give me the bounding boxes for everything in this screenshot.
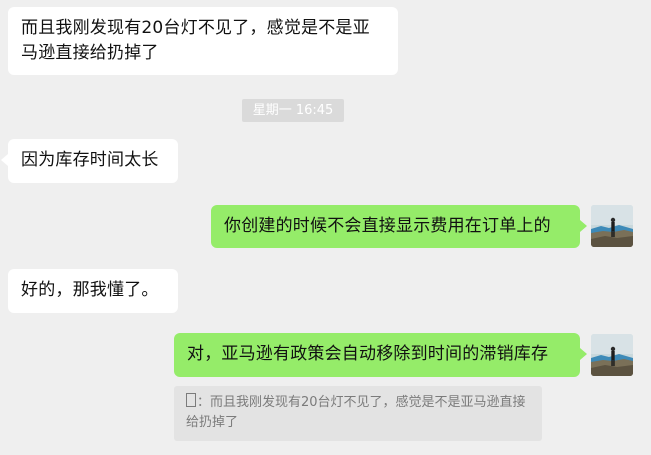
message-text: 因为库存时间太长 [21,150,159,170]
message-bubble-outgoing[interactable]: 对，亚马逊有政策会自动移除到时间的滞销库存 [174,333,587,377]
message-text: 你创建的时候不会直接显示费用在订单上的 [224,216,551,236]
tofu-glyph-icon [186,393,196,407]
message-bubble-outgoing[interactable]: 你创建的时候不会直接显示费用在订单上的 [211,205,587,248]
avatar-image-icon [591,334,633,376]
message-text: 对，亚马逊有政策会自动移除到时间的滞销库存 [187,344,549,364]
timestamp-text: 星期一 16:45 [252,103,334,118]
user-avatar[interactable] [591,334,633,376]
message-bubble-incoming[interactable]: 好的，那我懂了。 [8,269,178,313]
message-bubble-incoming[interactable]: 因为库存时间太长 [1,139,178,183]
message-text: 好的，那我懂了。 [21,280,159,300]
quoted-message[interactable]: ：而且我刚发现有20台灯不见了，感觉是不是亚马逊直接给扔掉了 [174,386,542,441]
user-avatar[interactable] [591,205,633,247]
chat-conversation: 而且我刚发现有20台灯不见了，感觉是不是亚马逊直接给扔掉了 星期一 16:45 … [0,0,651,455]
quote-text: 而且我刚发现有20台灯不见了，感觉是不是亚马逊直接给扔掉了 [186,395,526,430]
message-bubble-incoming[interactable]: 而且我刚发现有20台灯不见了，感觉是不是亚马逊直接给扔掉了 [8,7,398,75]
avatar-image-icon [591,205,633,247]
quote-prefix: ： [197,395,211,410]
timestamp-divider: 星期一 16:45 [242,99,344,122]
message-text: 而且我刚发现有20台灯不见了，感觉是不是亚马逊直接给扔掉了 [21,18,370,63]
